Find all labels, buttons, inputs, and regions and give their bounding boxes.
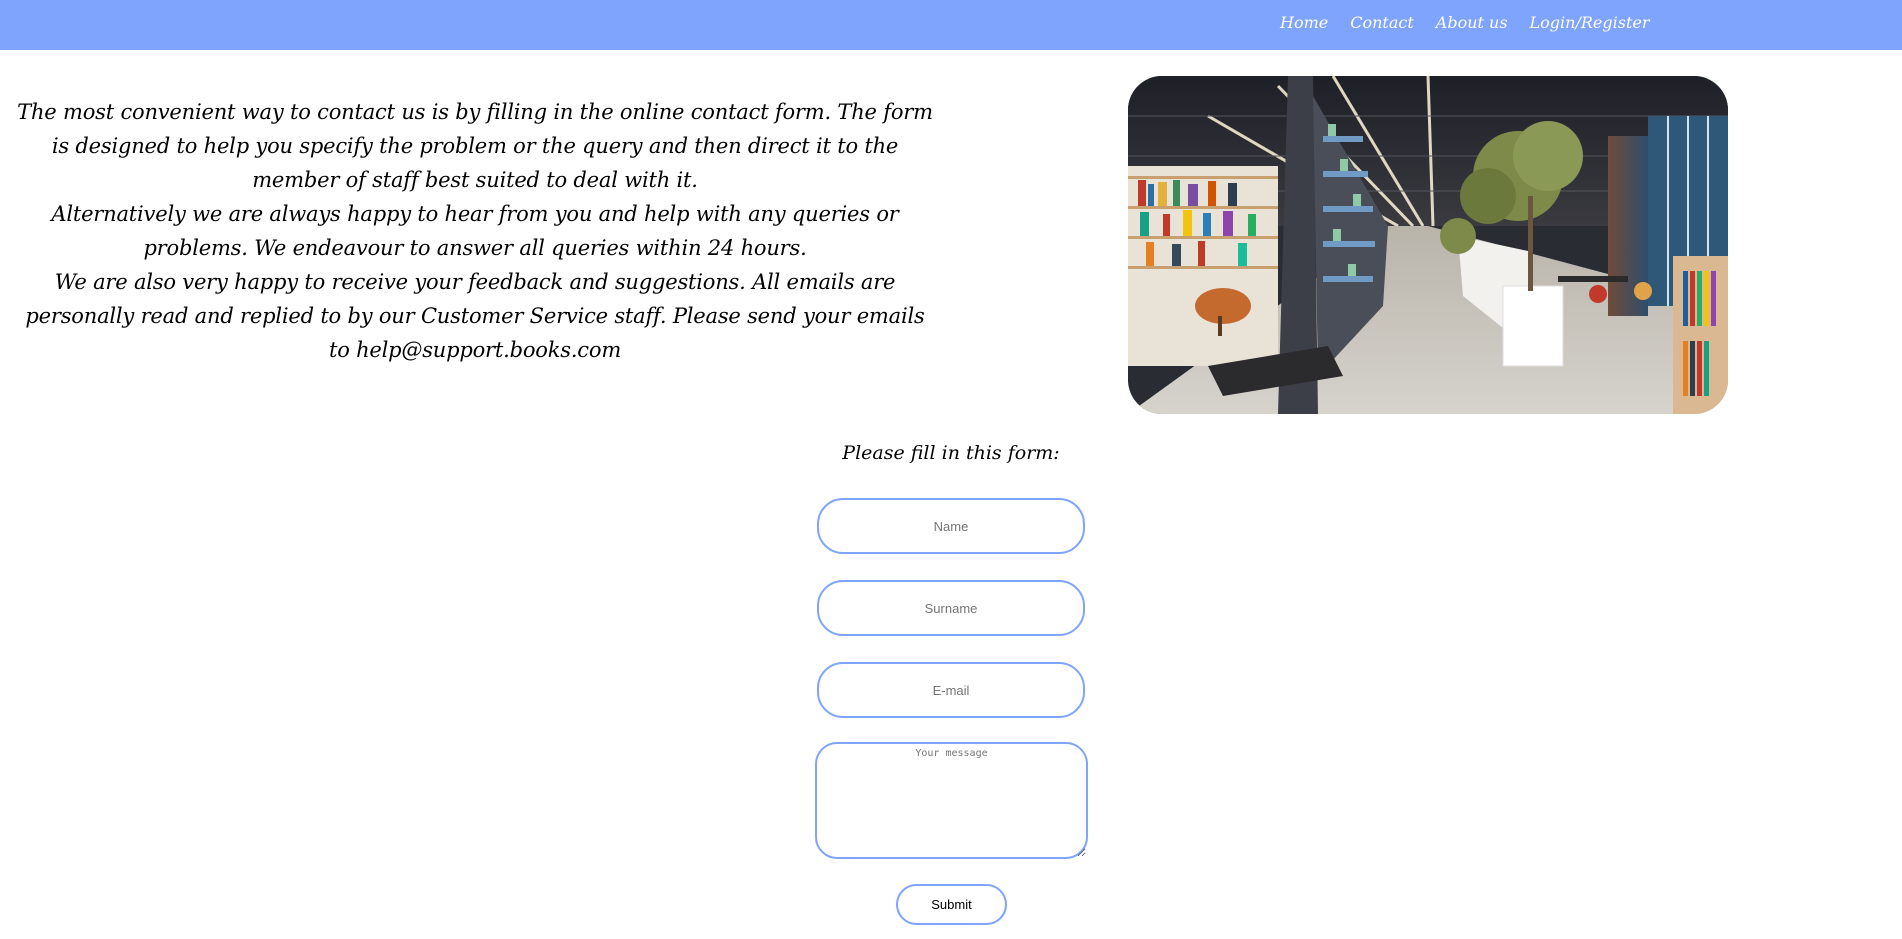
intro-paragraph-contact-form: The most convenient way to contact us is…	[17, 100, 933, 192]
nav-about-link[interactable]: About us	[1436, 13, 1508, 32]
contact-intro-text: The most convenient way to contact us is…	[14, 95, 936, 367]
main-nav: Home Contact About us Login/Register	[1280, 0, 1650, 44]
nav-contact-link[interactable]: Contact	[1350, 13, 1414, 32]
nav-login-register-link[interactable]: Login/Register	[1530, 13, 1650, 32]
top-navigation-bar: Home Contact About us Login/Register	[0, 0, 1902, 50]
bookstore-interior-photo	[1128, 76, 1728, 414]
intro-paragraph-feedback-email: We are also very happy to receive your f…	[25, 270, 925, 362]
bookstore-photo-illustration	[1128, 76, 1728, 414]
submit-button[interactable]: Submit	[896, 884, 1007, 925]
name-input[interactable]	[817, 498, 1085, 554]
intro-paragraph-response-time: Alternatively we are always happy to hea…	[51, 202, 899, 260]
email-input[interactable]	[817, 662, 1085, 718]
surname-input[interactable]	[817, 580, 1085, 636]
nav-home-link[interactable]: Home	[1280, 13, 1328, 32]
message-textarea[interactable]	[815, 742, 1088, 859]
form-title: Please fill in this form:	[842, 442, 1060, 464]
